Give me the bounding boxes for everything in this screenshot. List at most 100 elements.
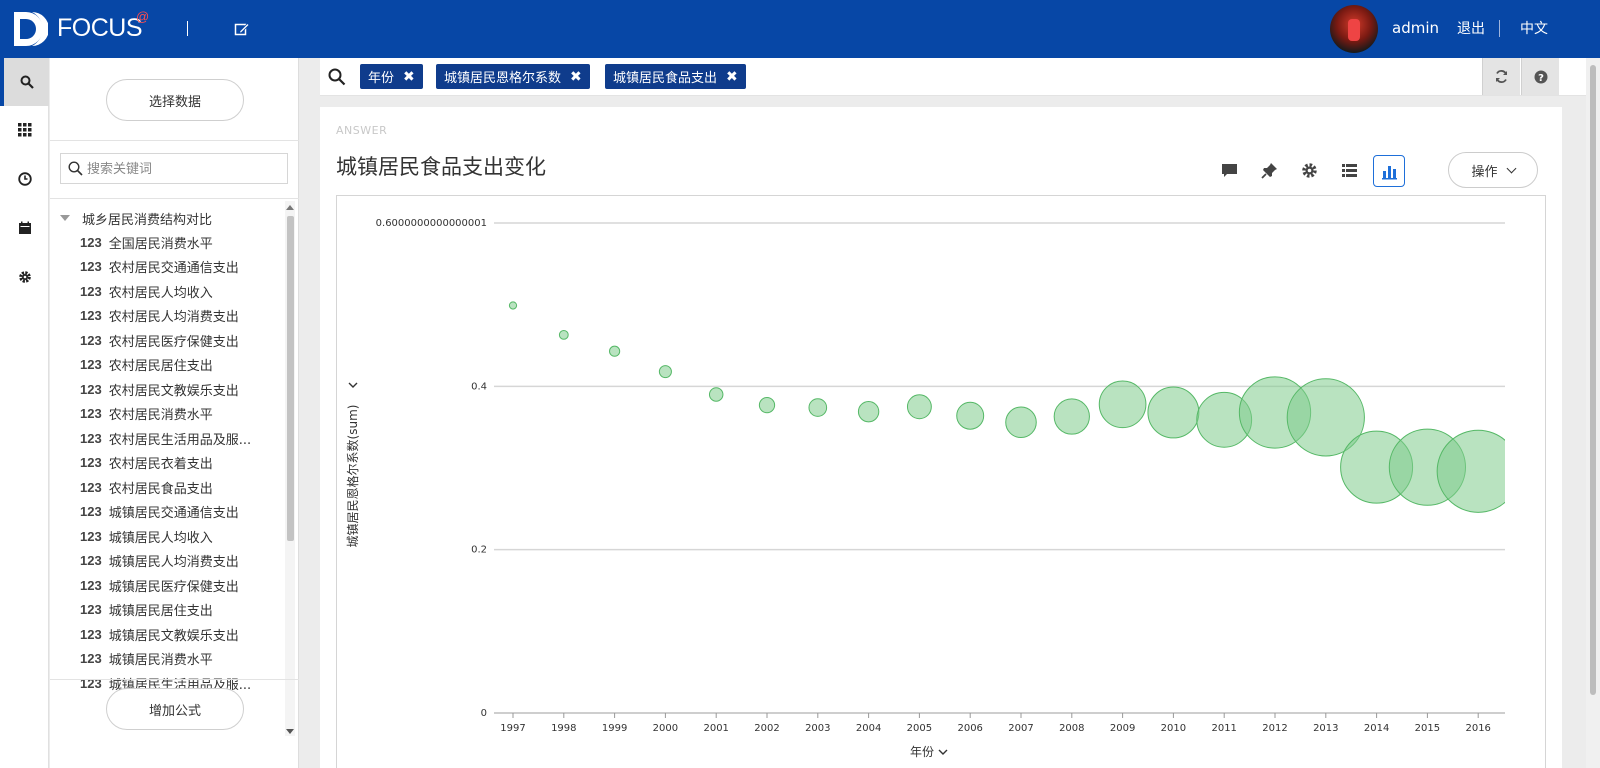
query-chip[interactable]: 城镇居民食品支出 ✖ [605, 64, 746, 89]
bubble-point[interactable] [808, 398, 828, 417]
field-item-label: 全国居民消费水平 [108, 236, 213, 252]
field-item[interactable]: 123 农村居民食品支出 [80, 477, 213, 497]
keyword-search-input[interactable] [87, 159, 283, 179]
calendar-icon [18, 221, 31, 234]
x-tick-label: 2014 [1364, 723, 1389, 734]
chart-frame: 0 0.2 0.4 0.6000000000000001 1997 1998 1999 200… [336, 195, 1546, 768]
edit-icon[interactable] [234, 21, 250, 37]
x-axis-label[interactable]: 年份 [910, 745, 934, 759]
field-item[interactable]: 123 农村居民人均收入 [80, 281, 213, 301]
numeric-field-icon: 123 [80, 528, 102, 544]
bubble-point[interactable] [1147, 386, 1200, 439]
field-item[interactable]: 123 农村居民人均消费支出 [80, 306, 239, 326]
x-tick-label: 2000 [653, 723, 678, 734]
chip-label: 城镇居民食品支出 [613, 71, 718, 86]
bubble-point[interactable] [906, 394, 932, 420]
comment-button[interactable] [1218, 159, 1240, 181]
scroll-down-icon[interactable] [286, 729, 294, 734]
language-switch[interactable]: 中文 [1520, 18, 1548, 38]
logo-text: FOCUS [57, 14, 143, 42]
search-icon [20, 75, 34, 89]
bubble-point[interactable] [658, 365, 672, 379]
nav-search[interactable] [0, 58, 49, 106]
operations-button[interactable]: 操作 [1448, 152, 1538, 188]
x-tick-label: 2013 [1313, 723, 1338, 734]
x-tick-label: 2015 [1415, 723, 1440, 734]
query-chip[interactable]: 年份 ✖ [360, 64, 423, 89]
x-tick-label: 2004 [856, 723, 881, 734]
field-item[interactable]: 123 城镇居民交通通信支出 [80, 502, 239, 522]
x-tick-label: 2003 [805, 723, 830, 734]
caret-down-icon[interactable] [60, 215, 70, 221]
list-icon [1341, 163, 1357, 177]
field-item[interactable]: 123 城镇居民消费水平 [80, 649, 213, 669]
tree-root-node[interactable]: 城乡居民消费结构对比 [60, 208, 212, 228]
field-item[interactable]: 123 全国居民消费水平 [80, 232, 213, 252]
bubble-point[interactable] [708, 387, 724, 402]
query-chip[interactable]: 城镇居民恩格尔系数 ✖ [436, 64, 590, 89]
field-item[interactable]: 123 城镇居民文教娱乐支出 [80, 624, 239, 644]
pin-button[interactable] [1258, 159, 1280, 181]
field-item-label: 农村居民食品支出 [108, 481, 213, 497]
help-button[interactable]: ? [1521, 58, 1559, 95]
refresh-icon [1496, 70, 1507, 83]
operations-label: 操作 [1471, 164, 1498, 180]
field-item[interactable]: 123 城镇居民人均收入 [80, 526, 213, 546]
bubble-point[interactable] [609, 345, 621, 357]
bubble-point[interactable] [857, 400, 880, 423]
top-separator [1499, 20, 1500, 37]
x-tick-label: 2006 [957, 723, 982, 734]
bubble-point[interactable] [1005, 406, 1037, 439]
search-icon[interactable] [328, 68, 346, 86]
chart-view-button[interactable] [1373, 155, 1405, 187]
close-icon[interactable]: ✖ [570, 69, 582, 85]
query-bar: 年份 ✖ 城镇居民恩格尔系数 ✖ 城镇居民食品支出 ✖ ? [320, 58, 1590, 96]
table-view-button[interactable] [1338, 159, 1360, 181]
field-item-label: 城镇居民消费水平 [108, 653, 213, 668]
field-item[interactable]: 123 农村居民医疗保健支出 [80, 330, 239, 350]
field-item[interactable]: 123 农村居民文教娱乐支出 [80, 379, 239, 399]
nav-calendar[interactable] [0, 204, 49, 252]
field-item[interactable]: 123 农村居民生活用品及服... [80, 428, 251, 448]
bubble-point[interactable] [558, 329, 569, 340]
pin-icon [1260, 162, 1277, 179]
field-item[interactable]: 123 农村居民居住支出 [80, 355, 213, 375]
field-item[interactable]: 123 城镇居民居住支出 [80, 600, 213, 620]
numeric-field-icon: 123 [80, 430, 102, 446]
numeric-field-icon: 123 [80, 504, 102, 519]
y-tick-label: 0 [481, 708, 487, 719]
field-item[interactable]: 123 城镇居民人均消费支出 [80, 551, 239, 571]
y-tick-label: 0.4 [471, 381, 487, 392]
close-icon[interactable]: ✖ [726, 69, 738, 85]
scroll-up-icon[interactable] [286, 205, 294, 210]
nav-apps[interactable] [0, 106, 49, 154]
keyword-search-field[interactable] [60, 153, 288, 184]
page-scrollbar-thumb[interactable] [1590, 65, 1596, 695]
y-axis-label[interactable]: 城镇居民恩格尔系数(sum) [345, 405, 360, 548]
settings-button[interactable] [1298, 159, 1320, 181]
user-avatar[interactable] [1330, 5, 1378, 53]
field-item[interactable]: 123 农村居民衣着支出 [80, 453, 213, 473]
panel-scrollbar-thumb[interactable] [287, 216, 294, 541]
nav-settings[interactable] [0, 253, 49, 301]
numeric-field-icon: 123 [80, 479, 102, 495]
field-item[interactable]: 123 城镇居民医疗保健支出 [80, 575, 239, 595]
bubble-point[interactable] [1436, 429, 1519, 513]
add-formula-button[interactable]: 增加公式 [106, 688, 244, 730]
bubble-point[interactable] [956, 401, 985, 430]
select-data-button[interactable]: 选择数据 [106, 79, 244, 121]
bubble-point[interactable] [1053, 398, 1090, 435]
bubble-point[interactable] [508, 301, 518, 310]
bubble-point[interactable] [1098, 380, 1147, 429]
numeric-field-icon: 123 [80, 675, 102, 691]
numeric-field-icon: 123 [80, 651, 102, 666]
field-item[interactable]: 123 农村居民交通通信支出 [80, 257, 239, 277]
field-item[interactable]: 123 农村居民消费水平 [80, 404, 213, 424]
numeric-field-icon: 123 [80, 602, 102, 617]
bubble-point[interactable] [758, 396, 776, 414]
refresh-button[interactable] [1482, 58, 1520, 95]
nav-history[interactable] [0, 155, 49, 203]
field-item-label: 农村居民交通通信支出 [108, 261, 239, 276]
logout-link[interactable]: 退出 [1457, 18, 1485, 38]
close-icon[interactable]: ✖ [403, 69, 415, 85]
